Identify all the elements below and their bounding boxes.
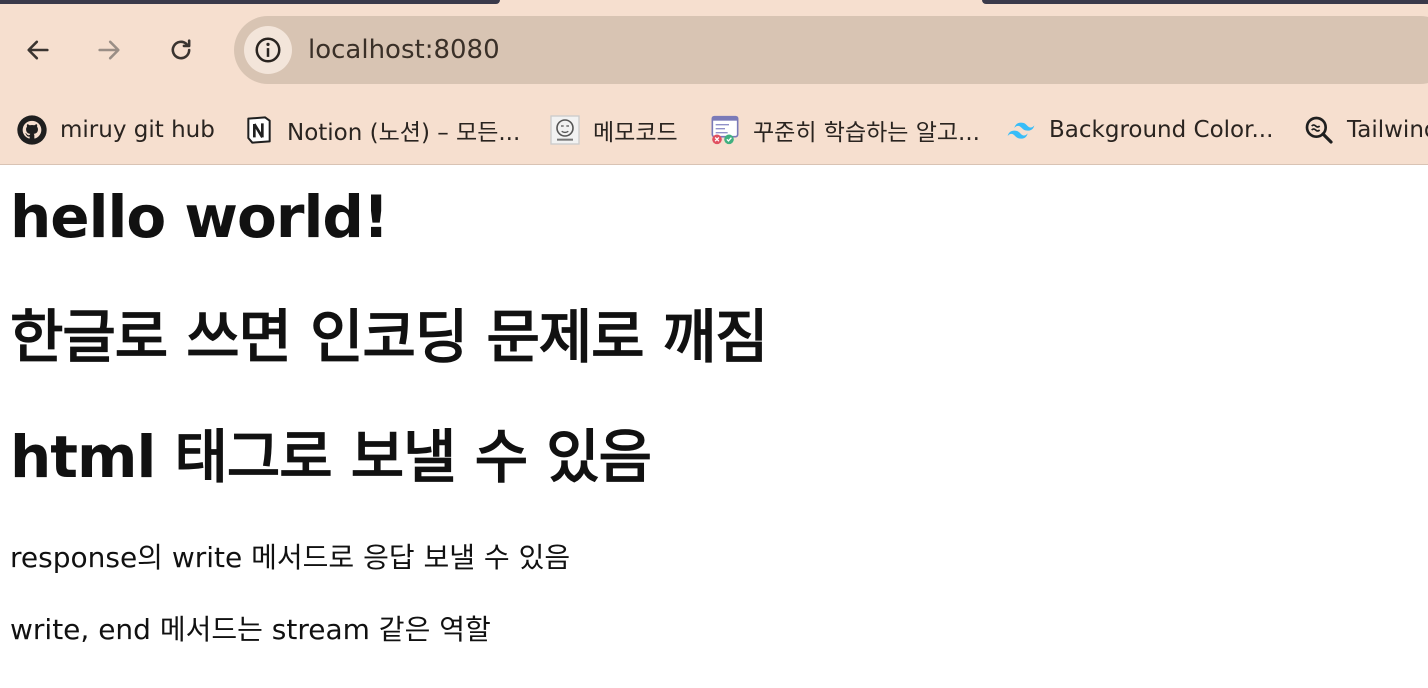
bookmark-notion[interactable]: Notion (노션) – 모든... bbox=[243, 112, 520, 148]
memocode-icon bbox=[549, 114, 581, 146]
reload-button[interactable] bbox=[159, 28, 203, 72]
browser-chrome: localhost:8080 miruy git hub Notion (노션)… bbox=[0, 0, 1428, 165]
reload-icon bbox=[171, 39, 191, 60]
bookmark-label: 꾸준히 학습하는 알고... bbox=[753, 120, 980, 146]
bookmark-background-color[interactable]: Background Color... bbox=[1005, 112, 1273, 148]
heading-html-tag: html 태그로 보낼 수 있음 bbox=[10, 423, 652, 491]
arrow-left-icon bbox=[27, 40, 49, 60]
bookmark-label: Tailwind bbox=[1347, 117, 1428, 143]
bookmark-tailwind[interactable]: Tailwind bbox=[1303, 112, 1428, 148]
bookmark-label: Notion (노션) – 모든... bbox=[287, 120, 521, 146]
forward-button[interactable] bbox=[87, 28, 131, 72]
bookmark-label: Background Color... bbox=[1049, 117, 1274, 143]
paragraph-stream-role: write, end 메서드는 stream 같은 역할 bbox=[10, 613, 491, 646]
site-info-button[interactable] bbox=[244, 26, 292, 74]
tab-strip-left bbox=[0, 0, 500, 4]
bookmarks-bar: miruy git hub Notion (노션) – 모든... 메모코드 꾸… bbox=[0, 106, 1428, 154]
url-text[interactable]: localhost:8080 bbox=[308, 34, 500, 66]
page-content: hello world! 한글로 쓰면 인코딩 문제로 깨짐 html 태그로 … bbox=[0, 166, 1428, 688]
search-zoom-icon bbox=[1303, 114, 1335, 146]
bookmark-memocode[interactable]: 메모코드 bbox=[549, 112, 678, 148]
address-bar[interactable]: localhost:8080 bbox=[234, 16, 1428, 84]
arrow-right-icon bbox=[98, 40, 120, 60]
info-icon bbox=[255, 37, 281, 63]
browser-toolbar: localhost:8080 bbox=[0, 14, 1428, 86]
heading-hello-world: hello world! bbox=[10, 183, 389, 251]
bookmark-algorithm[interactable]: 꾸준히 학습하는 알고... bbox=[709, 112, 980, 148]
algorithm-icon bbox=[709, 114, 741, 146]
notion-icon bbox=[243, 114, 275, 146]
paragraph-write-method: response의 write 메서드로 응답 보낼 수 있음 bbox=[10, 541, 571, 574]
tab-strip-right bbox=[982, 0, 1428, 4]
bookmark-github[interactable]: miruy git hub bbox=[16, 112, 215, 148]
tailwind-icon bbox=[1005, 114, 1037, 146]
back-button[interactable] bbox=[16, 28, 60, 72]
bookmark-label: 메모코드 bbox=[593, 120, 678, 146]
github-icon bbox=[16, 114, 48, 146]
bookmark-label: miruy git hub bbox=[60, 117, 215, 143]
heading-encoding-issue: 한글로 쓰면 인코딩 문제로 깨짐 bbox=[10, 303, 768, 371]
